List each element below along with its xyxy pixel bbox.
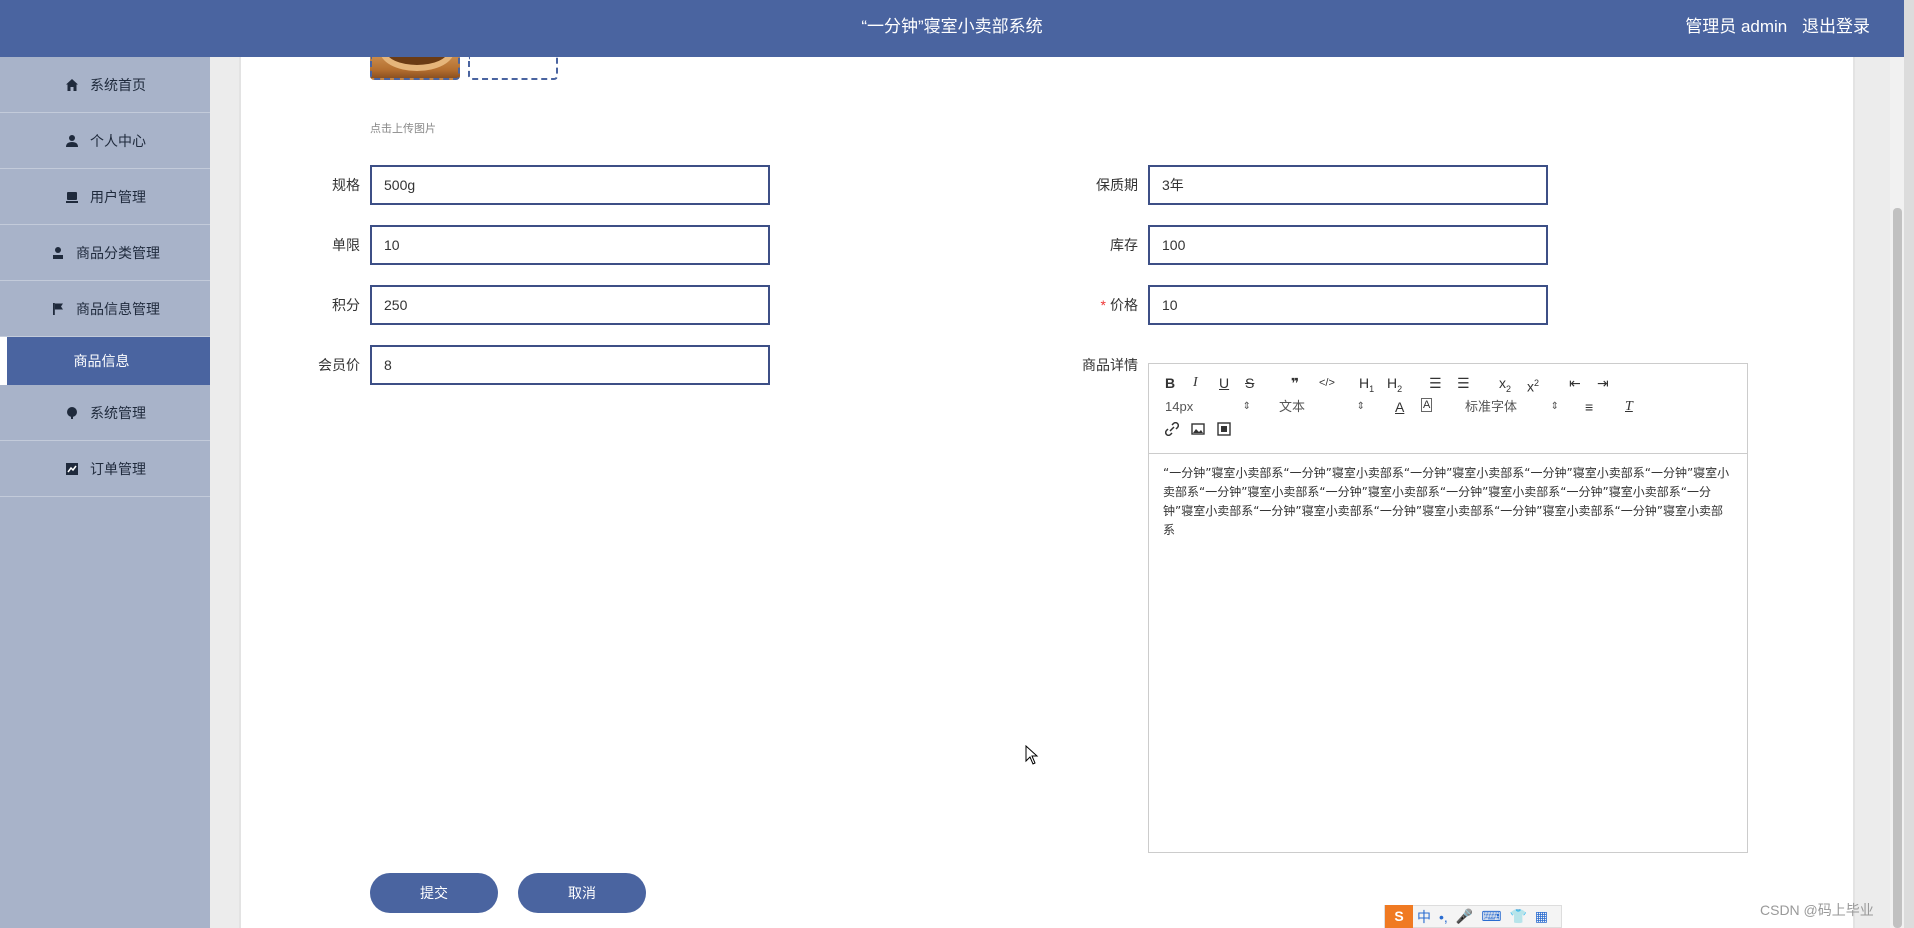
indent-icon[interactable]: ⇥ [1597, 374, 1609, 392]
blockquote-icon[interactable]: ❞ [1291, 374, 1299, 392]
stock-label: 库存 [1110, 237, 1138, 253]
font-family-select[interactable]: 标准字体 ⇕ [1465, 398, 1559, 416]
bullet-list-icon[interactable]: ☰ [1457, 374, 1470, 392]
limit-label: 单限 [332, 237, 360, 253]
text-type-value: 文本 [1279, 399, 1306, 414]
sidebar-item-orders[interactable]: 订单管理 [0, 441, 210, 497]
member-price-label: 会员价 [318, 357, 360, 373]
cancel-button[interactable]: 取消 [518, 873, 646, 913]
sidebar-item-label: 商品分类管理 [76, 244, 160, 261]
sidebar-item-label: 个人中心 [90, 132, 146, 149]
sidebar-item-goods-info[interactable]: 商品信息 [0, 337, 210, 385]
logout-link[interactable]: 退出登录 [1802, 17, 1870, 36]
editor-content[interactable]: “一分钟”寝室小卖部系“一分钟”寝室小卖部系“一分钟”寝室小卖部系“一分钟”寝室… [1149, 454, 1747, 550]
top-header: “一分钟”寝室小卖部系统 管理员 admin 退出登录 [0, 0, 1904, 57]
points-input[interactable] [370, 285, 770, 325]
punctuation-icon: •, [1439, 908, 1448, 925]
shelf-life-input[interactable] [1148, 165, 1548, 205]
heading1-icon[interactable]: H1 [1359, 374, 1374, 398]
sidebar-item-category[interactable]: 商品分类管理 [0, 225, 210, 281]
window-edge [1904, 0, 1914, 928]
skin-icon: 👕 [1509, 908, 1527, 924]
subscript-icon[interactable]: x2 [1499, 374, 1511, 398]
product-image-thumbnail[interactable] [370, 57, 460, 80]
link-icon[interactable] [1164, 421, 1180, 440]
sidebar-item-users[interactable]: 用户管理 [0, 169, 210, 225]
outdent-icon[interactable]: ⇤ [1569, 374, 1581, 392]
bold-icon[interactable]: B [1165, 374, 1175, 392]
points-label: 积分 [332, 297, 360, 313]
spec-input[interactable] [370, 165, 770, 205]
image-upload-box[interactable] [468, 57, 558, 80]
users-icon [64, 189, 80, 205]
limit-input[interactable] [370, 225, 770, 265]
member-price-input[interactable] [370, 345, 770, 385]
stock-input[interactable] [1148, 225, 1548, 265]
sidebar-item-label: 系统管理 [90, 404, 146, 421]
category-icon [50, 245, 66, 261]
select-arrows-icon: ⇕ [1242, 401, 1251, 412]
microphone-icon: 🎤 [1455, 908, 1474, 924]
font-size-value: 14px [1165, 399, 1194, 414]
submit-button[interactable]: 提交 [370, 873, 498, 913]
ime-toolbar[interactable]: S 中 •, 🎤 ⌨ 👕 ▦ [1384, 905, 1562, 928]
shelf-life-label: 保质期 [1096, 177, 1138, 193]
sidebar-item-home[interactable]: 系统首页 [0, 57, 210, 113]
price-input[interactable] [1148, 285, 1548, 325]
sidebar-item-label: 用户管理 [90, 188, 146, 205]
header-user-area: 管理员 admin 退出登录 [1675, 0, 1870, 54]
font-size-select[interactable]: 14px ⇕ [1165, 398, 1251, 416]
clear-format-icon[interactable]: T [1625, 398, 1633, 416]
chinese-mode-label: 中 [1417, 908, 1431, 925]
price-label-wrap: * 价格 [1060, 286, 1138, 324]
font-color-icon[interactable]: A [1395, 398, 1404, 416]
sidebar-item-label: 商品信息管理 [76, 300, 160, 317]
user-label: 管理员 admin [1685, 17, 1788, 36]
image-icon[interactable] [1191, 422, 1205, 440]
sidebar-item-label: 订单管理 [90, 460, 146, 477]
settings-icon [64, 405, 80, 421]
app-title: “一分钟”寝室小卖部系统 [861, 17, 1043, 36]
detail-label: 商品详情 [1082, 357, 1138, 373]
video-icon[interactable] [1217, 422, 1231, 440]
required-mark: * [1100, 297, 1106, 313]
sidebar: 系统首页 个人中心 用户管理 商品分类管理 商品信息管理 商品信息 系统管理 订… [0, 57, 210, 928]
code-icon[interactable]: </> [1319, 374, 1335, 392]
sidebar-item-label: 系统首页 [90, 76, 146, 93]
mouse-cursor-icon [1025, 744, 1039, 770]
rich-text-editor: B I U S ❞ </> H1 H2 ☰ ☰ x2 x2 ⇤ ⇥ 14px ⇕… [1148, 363, 1748, 853]
keyboard-icon: ⌨ [1481, 908, 1502, 924]
align-icon[interactable]: ≡ [1585, 398, 1593, 416]
font-family-value: 标准字体 [1465, 399, 1518, 414]
editor-toolbar: B I U S ❞ </> H1 H2 ☰ ☰ x2 x2 ⇤ ⇥ 14px ⇕… [1149, 364, 1747, 454]
grid-icon: ▦ [1534, 908, 1549, 924]
sidebar-item-profile[interactable]: 个人中心 [0, 113, 210, 169]
ordered-list-icon[interactable]: ☰ [1429, 374, 1442, 392]
home-icon [64, 77, 80, 93]
scrollbar-thumb[interactable] [1893, 208, 1902, 928]
background-color-icon[interactable]: A [1421, 398, 1433, 412]
upload-hint: 点击上传图片 [370, 123, 436, 135]
sogou-logo-icon: S [1385, 905, 1413, 928]
user-icon [64, 133, 80, 149]
superscript-icon[interactable]: x2 [1527, 374, 1539, 396]
spec-label: 规格 [332, 177, 360, 193]
flag-icon [50, 301, 66, 317]
watermark: CSDN @码上毕业 [1760, 902, 1874, 918]
sidebar-item-label: 商品信息 [73, 353, 130, 369]
text-type-select[interactable]: 文本 ⇕ [1279, 398, 1365, 416]
heading2-icon[interactable]: H2 [1387, 374, 1402, 398]
select-arrows-icon: ⇕ [1356, 401, 1365, 412]
sidebar-item-goods-manage[interactable]: 商品信息管理 [0, 281, 210, 337]
price-label: 价格 [1110, 297, 1138, 313]
italic-icon[interactable]: I [1193, 374, 1198, 392]
sidebar-item-system[interactable]: 系统管理 [0, 385, 210, 441]
chart-icon [64, 461, 80, 477]
select-arrows-icon: ⇕ [1550, 401, 1559, 412]
strikethrough-icon[interactable]: S [1245, 374, 1254, 392]
underline-icon[interactable]: U [1219, 374, 1229, 392]
